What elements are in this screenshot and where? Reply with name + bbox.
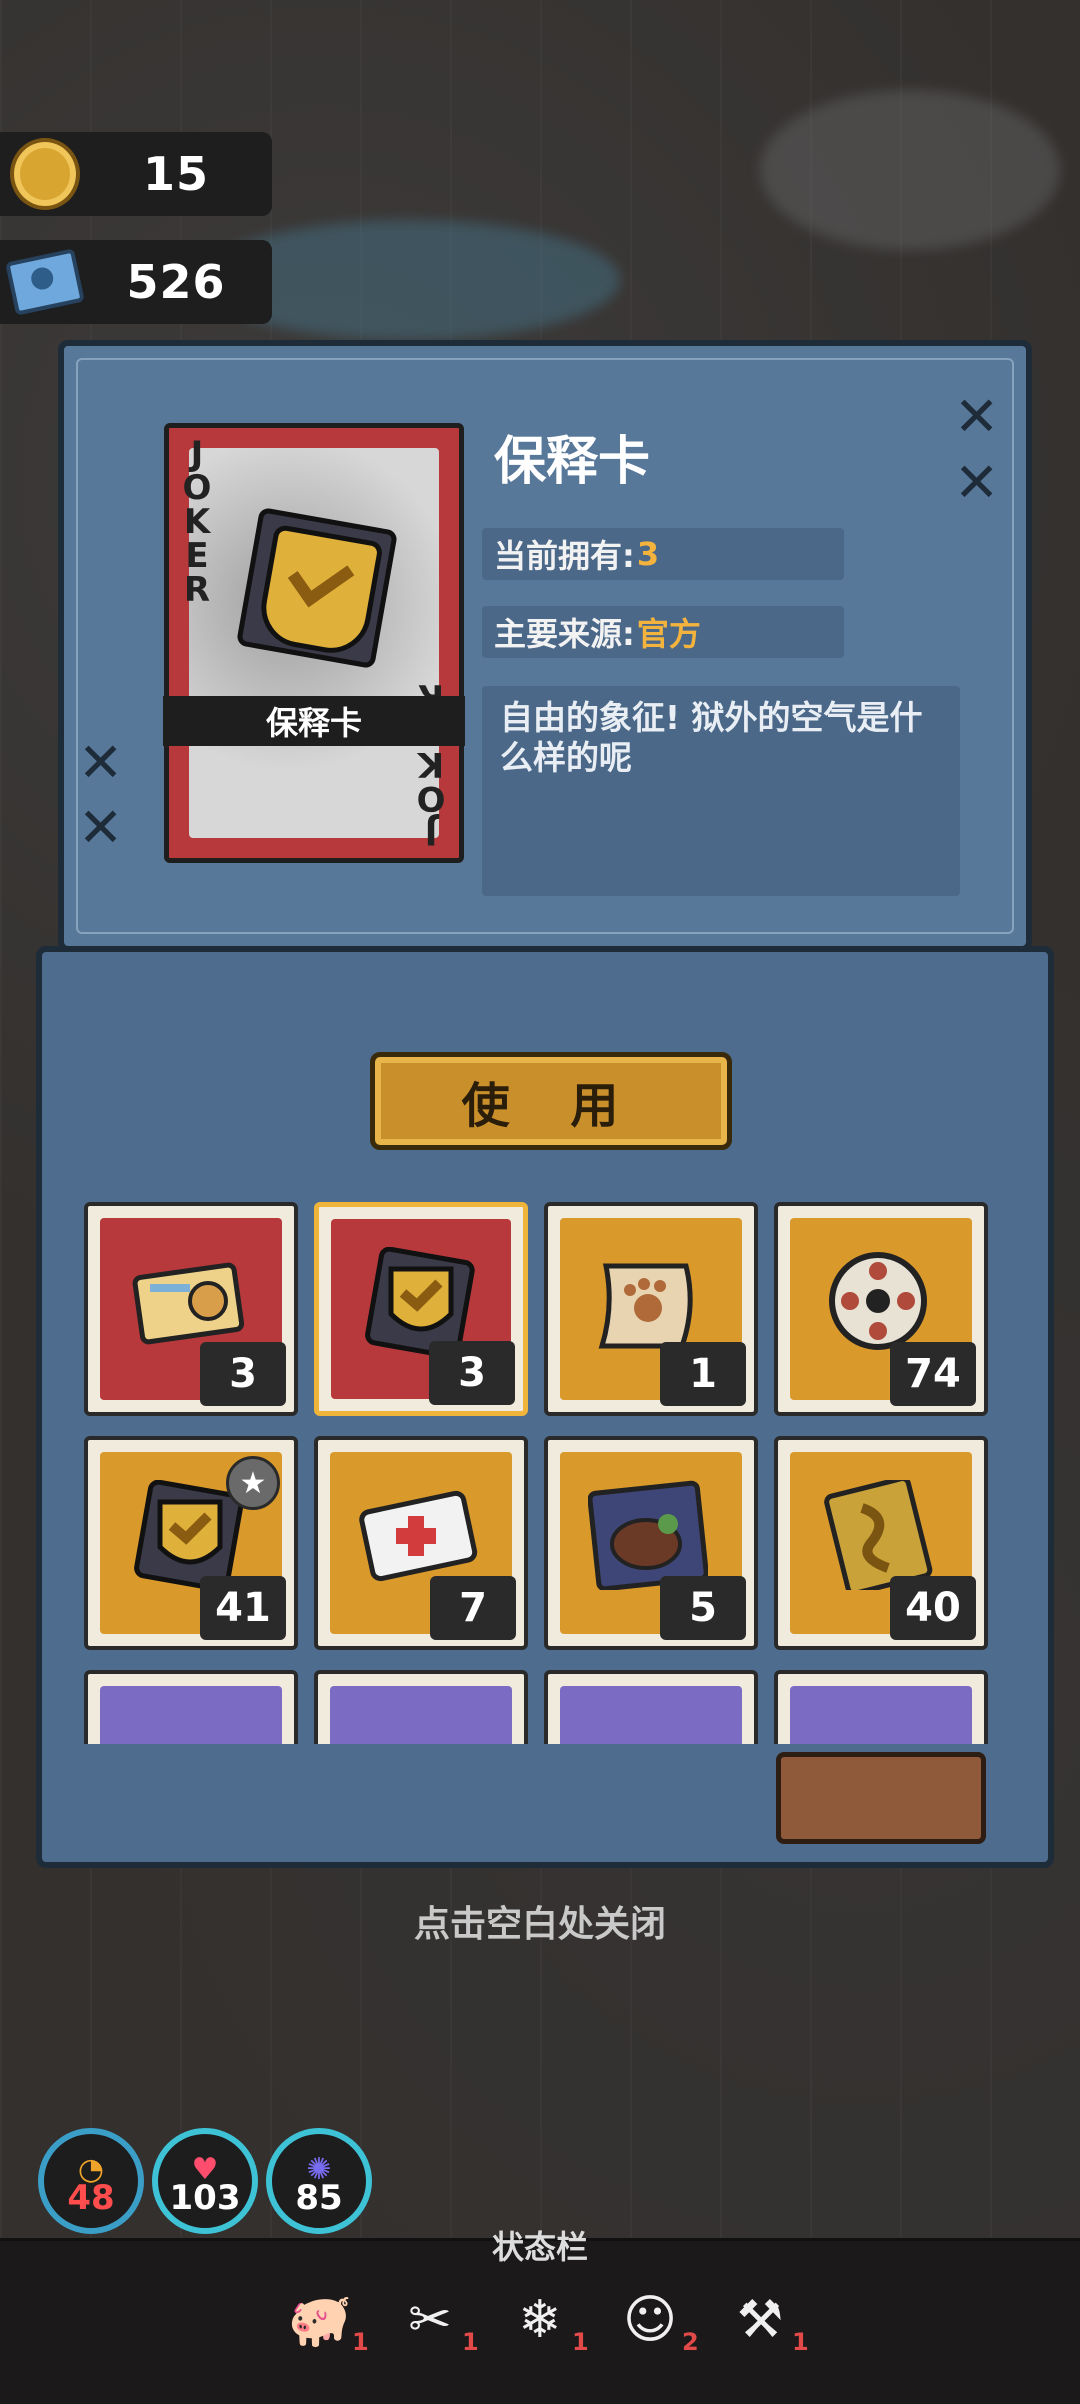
item-count: 40 xyxy=(890,1576,976,1640)
steak-menu-icon xyxy=(587,1480,709,1592)
close-hint[interactable]: 点击空白处关闭 xyxy=(0,1895,1080,1947)
item-title: 保释卡 xyxy=(494,432,651,492)
inventory-slot-blue-item-2[interactable] xyxy=(314,1670,528,1744)
mind-stat[interactable]: ✺ 85 xyxy=(266,2128,372,2234)
inventory-grid[interactable]: 3 3 1 74 ★ 41 7 5 40 xyxy=(84,1202,1006,1744)
film-reel-icon xyxy=(818,1246,938,1356)
gold-ribbon-card-icon xyxy=(818,1476,938,1596)
effect-count: 2 xyxy=(682,2328,699,2356)
card-name-label: 保释卡 xyxy=(163,696,465,746)
tools-icon[interactable]: ✂ xyxy=(395,2285,465,2355)
use-button[interactable]: 使 用 xyxy=(370,1052,732,1150)
health-stat[interactable]: ♥ 103 xyxy=(152,2128,258,2234)
bail-badge-icon xyxy=(235,506,399,670)
hunger-stat[interactable]: ◔ 48 xyxy=(38,2128,144,2234)
masks-icon[interactable]: ☺ xyxy=(615,2285,685,2355)
background-blur-shape xyxy=(760,90,1060,250)
coin-counter: 15 xyxy=(0,132,272,216)
effect-count: 1 xyxy=(352,2328,369,2356)
hammer-up-icon[interactable]: ⚒ xyxy=(725,2285,795,2355)
inventory-slot-steak-menu[interactable]: 5 xyxy=(544,1436,758,1650)
item-count: 3 xyxy=(429,1341,515,1405)
inventory-slot-paw-scroll[interactable]: 1 xyxy=(544,1202,758,1416)
brain-icon: ✺ xyxy=(306,2152,332,2187)
coin-value: 15 xyxy=(142,147,209,201)
decor-x-icon: ✕ xyxy=(954,451,1000,514)
decor-x-icon: ✕ xyxy=(78,731,124,794)
item-card-preview: JOKER JOKER 保释卡 xyxy=(163,423,465,863)
snowflake-icon[interactable]: ❄ xyxy=(505,2285,575,2355)
source-row: 主要来源: 官方 xyxy=(482,606,844,658)
item-count: 74 xyxy=(890,1342,976,1406)
inventory-panel: 使 用 3 3 1 74 ★ 41 7 5 40 xyxy=(36,946,1054,1868)
owned-value: 3 xyxy=(636,535,660,573)
item-count: 3 xyxy=(200,1342,286,1406)
hunger-icon: ◔ xyxy=(77,2152,105,2187)
inventory-slot-gold-ribbon-card[interactable]: 40 xyxy=(774,1436,988,1650)
inventory-slot-blue-item-3[interactable] xyxy=(544,1670,758,1744)
ticket-counter: 526 xyxy=(0,240,272,324)
item-count: 5 xyxy=(660,1576,746,1640)
effect-count: 1 xyxy=(792,2328,809,2356)
effect-count: 1 xyxy=(462,2328,479,2356)
item-count: 7 xyxy=(430,1576,516,1640)
inventory-slot-blue-item-4[interactable] xyxy=(774,1670,988,1744)
inventory-slot-id-card[interactable]: 3 xyxy=(84,1202,298,1416)
medical-card-icon xyxy=(358,1480,478,1590)
star-badge-icon: ★ xyxy=(226,1456,280,1510)
source-value: 官方 xyxy=(636,615,701,653)
paw-scroll-icon xyxy=(588,1246,708,1356)
joker-text: JOKER xyxy=(177,434,217,604)
id-card-icon xyxy=(128,1246,248,1356)
heart-icon: ♥ xyxy=(191,2152,219,2187)
pig-down-icon[interactable]: 🐖 xyxy=(285,2285,355,2355)
item-detail-panel: ✕ ✕ ✕ ✕ JOKER JOKER 保释卡 保释卡 当前拥有: 3 主要来源… xyxy=(58,340,1032,952)
coin-icon xyxy=(10,138,80,210)
ticket-icon xyxy=(5,248,85,316)
inventory-slot-film-reel[interactable]: 74 xyxy=(774,1202,988,1416)
owned-label: 当前拥有: xyxy=(494,537,635,575)
wood-button[interactable] xyxy=(776,1752,986,1844)
inventory-slot-medical-card[interactable]: 7 xyxy=(314,1436,528,1650)
owned-row: 当前拥有: 3 xyxy=(482,528,844,580)
decor-x-icon: ✕ xyxy=(954,385,1000,448)
ticket-value: 526 xyxy=(126,255,226,309)
item-count: 41 xyxy=(200,1576,286,1640)
inventory-slot-bail-card-star[interactable]: ★ 41 xyxy=(84,1436,298,1650)
inventory-slot-bail-card[interactable]: 3 xyxy=(314,1202,528,1416)
decor-x-icon: ✕ xyxy=(78,796,124,859)
item-count: 1 xyxy=(660,1342,746,1406)
inventory-slot-blue-item-1[interactable] xyxy=(84,1670,298,1744)
status-bar-title: 状态栏 xyxy=(491,2228,588,2266)
source-label: 主要来源: xyxy=(494,615,635,653)
effect-count: 1 xyxy=(572,2328,589,2356)
item-description: 自由的象征! 狱外的空气是什么样的呢 xyxy=(482,686,960,896)
